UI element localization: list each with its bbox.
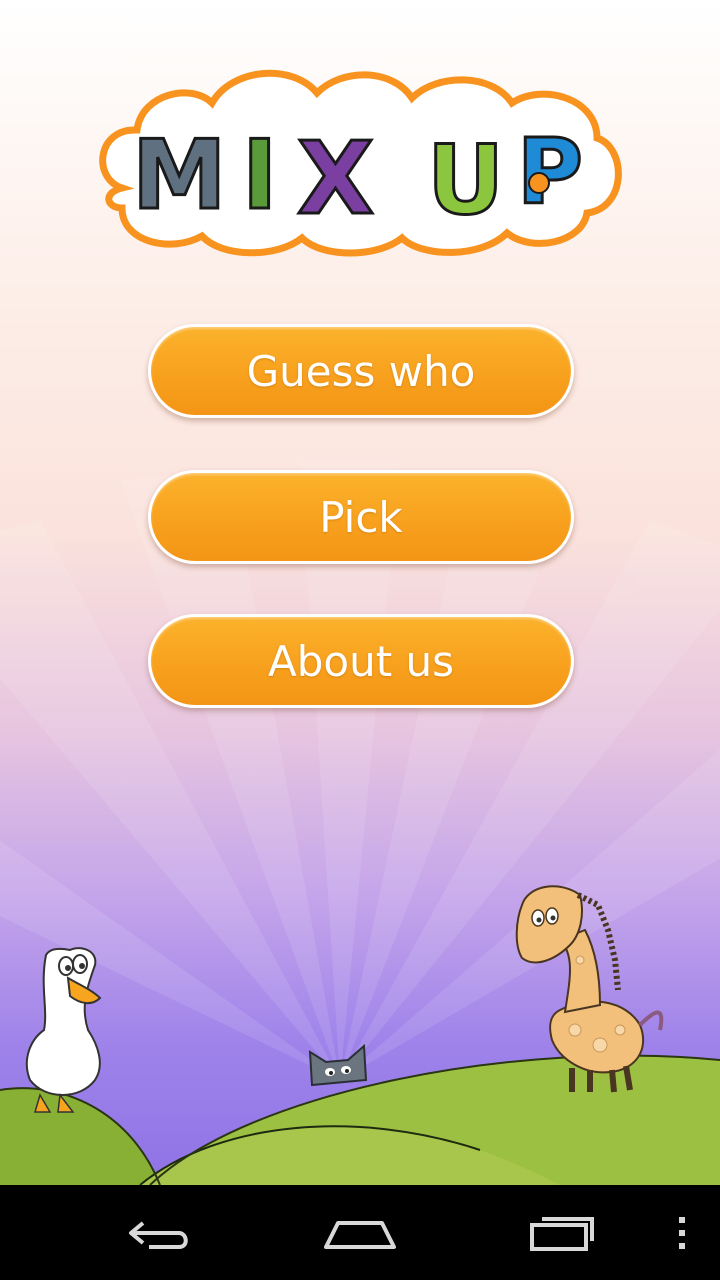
back-arrow-icon — [129, 1220, 188, 1249]
logo-letter-i: I — [242, 121, 277, 231]
recent-apps-icon — [530, 1216, 594, 1251]
pick-button[interactable]: Pick — [148, 470, 574, 564]
guess-who-button[interactable]: Guess who — [148, 324, 574, 418]
logo-letter-u: U — [427, 126, 504, 236]
home-button[interactable] — [310, 1185, 410, 1280]
cat-character — [308, 1043, 368, 1087]
goose-character — [25, 947, 102, 1113]
logo-letter-x: X — [297, 120, 374, 237]
about-us-button[interactable]: About us — [148, 614, 574, 708]
overflow-menu-icon — [679, 1216, 685, 1249]
logo-letter-p: P — [517, 120, 583, 225]
navigation-bar — [0, 1185, 720, 1280]
back-button[interactable] — [110, 1185, 210, 1280]
game-background: M I X U P Guess who Pick About us — [0, 0, 720, 1185]
recent-apps-button[interactable] — [512, 1185, 612, 1280]
overflow-menu-button[interactable] — [660, 1185, 704, 1280]
home-icon — [324, 1220, 396, 1249]
mix-up-logo: M I X U P — [99, 69, 622, 257]
logo-letter-m: M — [132, 121, 227, 231]
